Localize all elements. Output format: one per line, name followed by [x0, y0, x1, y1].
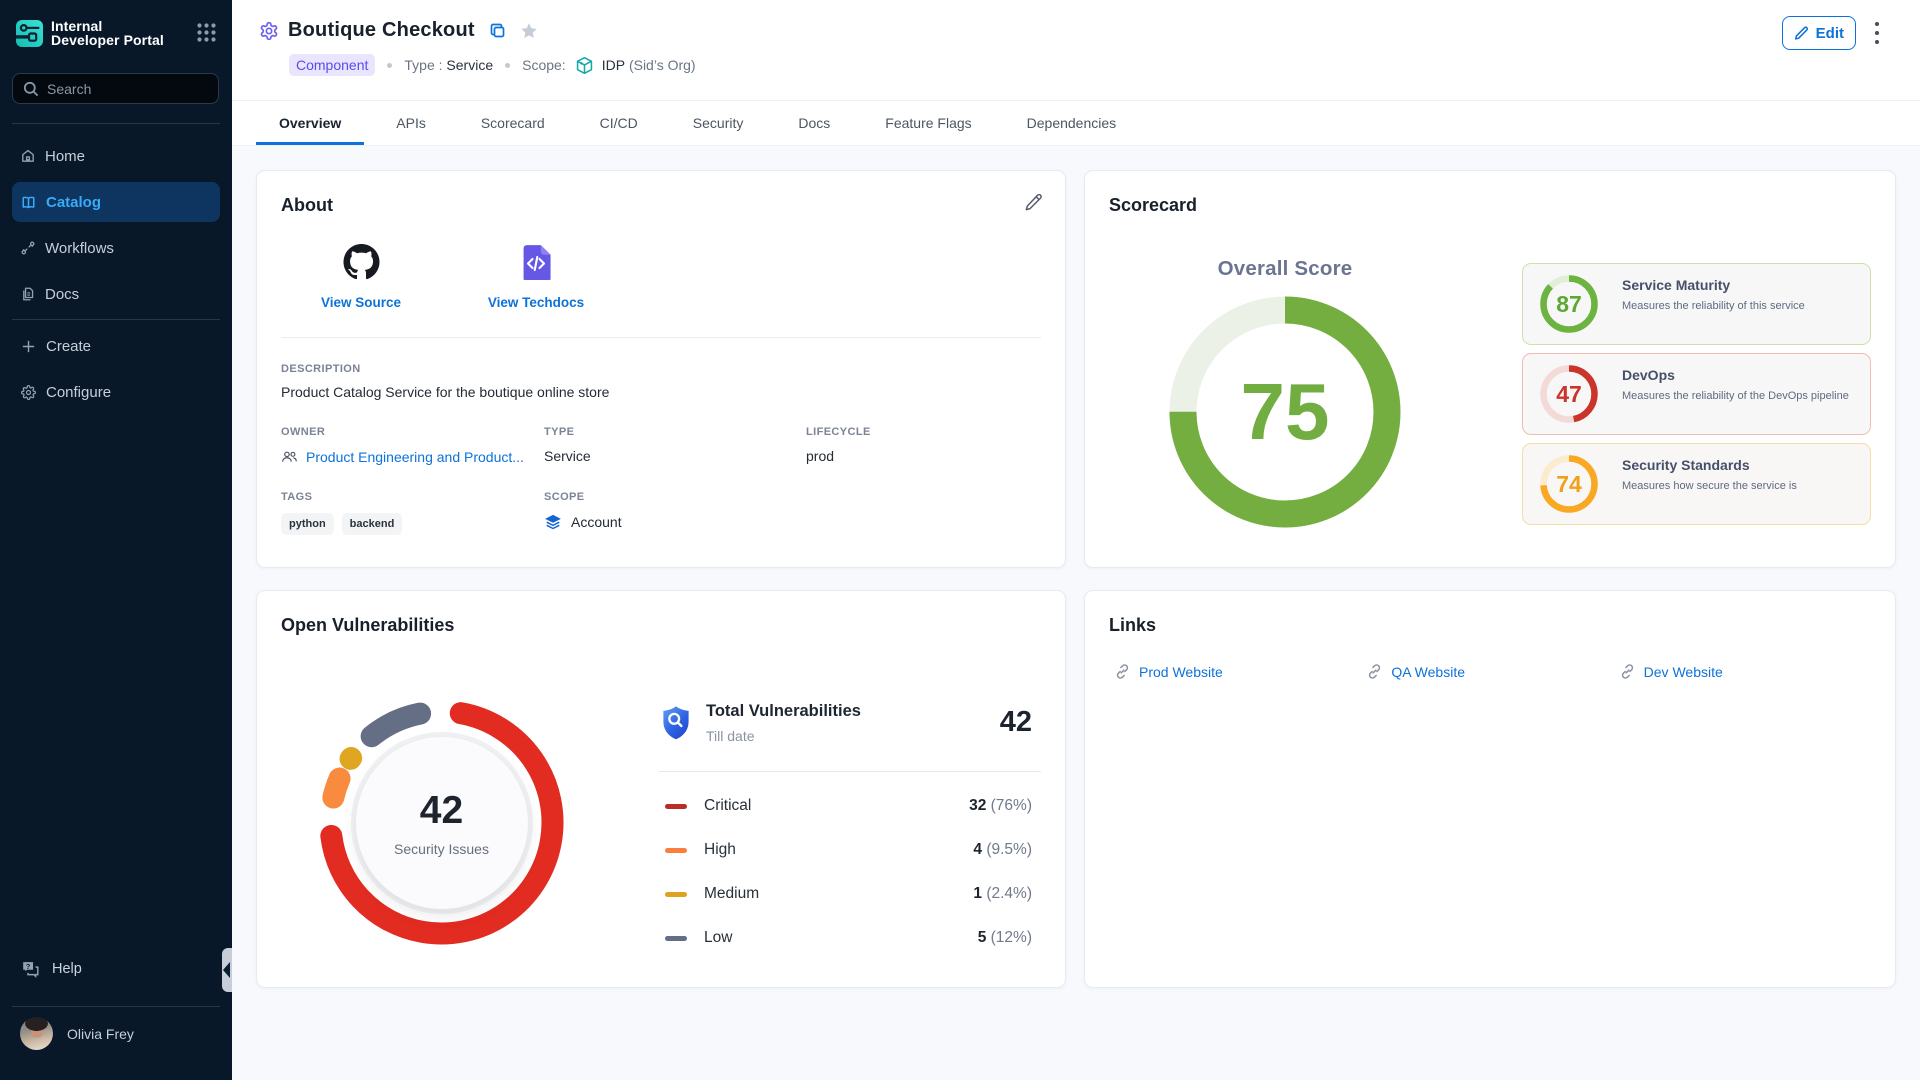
svg-text:?: ?: [26, 961, 30, 970]
